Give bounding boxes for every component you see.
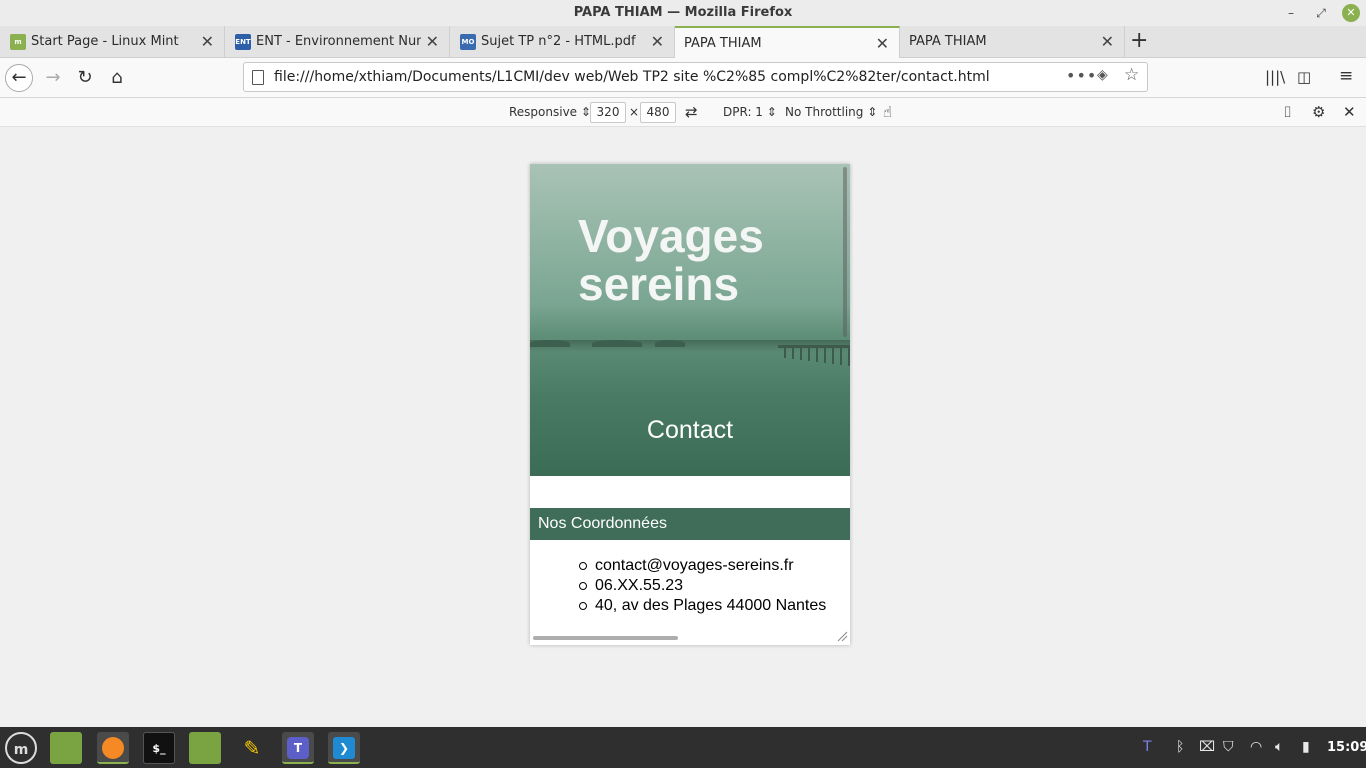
contact-list: contact@voyages-sereins.fr 06.XX.55.23 4… (530, 556, 850, 616)
section-heading: Nos Coordonnées (530, 508, 850, 540)
menu-icon[interactable]: ≡ (1339, 66, 1353, 86)
viewport-height-input[interactable]: 480 (640, 102, 676, 123)
firefox-icon[interactable] (97, 732, 129, 764)
settings-gear-icon[interactable]: ⚙ (1312, 103, 1325, 121)
linux-mint-icon: m (10, 34, 26, 50)
sidebar-icon[interactable]: ◫ (1297, 68, 1311, 86)
tab-label: ENT - Environnement Numé (256, 34, 421, 49)
close-tab-icon[interactable]: ✕ (426, 32, 439, 51)
page-title: Voyages sereins (578, 210, 764, 310)
vscode-icon[interactable]: ❯ (328, 732, 360, 764)
tab-ent[interactable]: ENT ENT - Environnement Numé ✕ (225, 26, 450, 58)
tab-label: PAPA THIAM (684, 36, 762, 51)
dpr-selector[interactable]: DPR: 1 ⇕ (723, 105, 777, 119)
screenshot-icon[interactable]: ⌷ (1283, 103, 1292, 121)
close-tab-icon[interactable]: ✕ (201, 32, 214, 51)
rotate-viewport-icon[interactable]: ⇄ (685, 103, 698, 121)
island-shape (592, 340, 642, 347)
touch-simulation-icon[interactable]: ☝ (883, 103, 892, 121)
wifi-icon[interactable]: ◠ (1250, 739, 1262, 755)
island-shape (530, 340, 570, 347)
close-tab-icon[interactable]: ✕ (1101, 32, 1114, 51)
page-icon (252, 70, 264, 85)
ent-icon: ENT (235, 34, 251, 50)
teams-icon[interactable]: T (282, 732, 314, 764)
dimension-separator: × (629, 105, 640, 119)
navigation-bar: ← → ↻ ⌂ file:///home/xthiam/Documents/L1… (0, 58, 1366, 98)
tab-papa-thiam-active[interactable]: PAPA THIAM ✕ (675, 26, 900, 59)
terminal-icon[interactable]: $_ (143, 732, 175, 764)
device-selector[interactable]: Responsive ⇕ (509, 105, 591, 119)
moodle-icon: MO (460, 34, 476, 50)
taskbar: m $_ ✎ T ❯ T ᛒ ⌧ ⛉ ◠ 🔈︎ ▮ 15:09 (0, 727, 1366, 768)
maximize-icon[interactable]: ⤢ (1312, 4, 1330, 22)
window-titlebar: PAPA THIAM — Mozilla Firefox – ⤢ ✕ (0, 0, 1366, 26)
show-desktop-icon[interactable] (50, 732, 82, 764)
battery-icon[interactable]: ▮ (1302, 739, 1310, 755)
device-viewport[interactable]: Voyages sereins Contact Nos Coordonnées … (530, 164, 850, 645)
window-title: PAPA THIAM — Mozilla Firefox (573, 5, 793, 20)
pocket-icon[interactable]: ◈ (1097, 67, 1108, 83)
clock[interactable]: 15:09 (1327, 740, 1366, 755)
tab-label: Start Page - Linux Mint (31, 34, 179, 49)
reload-icon[interactable]: ↻ (71, 64, 99, 92)
tab-papa-thiam[interactable]: PAPA THIAM ✕ (900, 26, 1125, 58)
teams-tray-icon[interactable]: T (1143, 739, 1152, 755)
mint-menu-icon[interactable]: m (5, 732, 37, 764)
responsive-design-toolbar: Responsive ⇕ 320 × 480 ⇄ DPR: 1 ⇕ No Thr… (0, 98, 1366, 127)
text-editor-icon[interactable]: ✎ (236, 732, 268, 764)
shield-icon[interactable]: ⛉ (1223, 739, 1234, 755)
viewport-width-input[interactable]: 320 (590, 102, 626, 123)
throttling-selector[interactable]: No Throttling ⇕ (785, 105, 877, 119)
tab-bar: m Start Page - Linux Mint ✕ ENT ENT - En… (0, 26, 1366, 59)
keyboard-layout-icon[interactable]: ⌧ (1199, 739, 1215, 755)
tab-start-page[interactable]: m Start Page - Linux Mint ✕ (0, 26, 225, 58)
close-rdm-icon[interactable]: ✕ (1343, 103, 1356, 121)
close-tab-icon[interactable]: ✕ (651, 32, 664, 51)
hero-banner: Voyages sereins Contact (530, 164, 850, 476)
url-bar[interactable]: file:///home/xthiam/Documents/L1CMI/dev … (243, 62, 1148, 92)
files-icon[interactable] (189, 732, 221, 764)
viewport-area: Voyages sereins Contact Nos Coordonnées … (0, 127, 1366, 727)
resize-handle-icon[interactable] (836, 630, 848, 642)
forward-arrow-icon[interactable]: → (39, 64, 67, 92)
vertical-scrollbar[interactable] (843, 167, 847, 337)
horizontal-scrollbar[interactable] (533, 636, 678, 640)
close-window-icon[interactable]: ✕ (1342, 4, 1360, 22)
new-tab-icon[interactable]: + (1130, 28, 1148, 53)
island-shape (655, 340, 685, 347)
library-icon[interactable]: |||\ (1265, 68, 1285, 86)
contact-address: 40, av des Plages 44000 Nantes (530, 596, 850, 616)
tab-sujet-pdf[interactable]: MO Sujet TP n°2 - HTML.pdf ✕ (450, 26, 675, 58)
tab-label: PAPA THIAM (909, 34, 987, 49)
volume-icon[interactable]: 🔈︎ (1275, 739, 1283, 755)
url-text[interactable]: file:///home/xthiam/Documents/L1CMI/dev … (274, 69, 990, 85)
contact-email: contact@voyages-sereins.fr (530, 556, 850, 576)
contact-phone: 06.XX.55.23 (530, 576, 850, 596)
page-subtitle: Contact (646, 416, 734, 444)
minimize-icon[interactable]: – (1282, 4, 1300, 22)
close-tab-icon[interactable]: ✕ (876, 34, 889, 53)
back-arrow-icon[interactable]: ← (5, 64, 33, 92)
home-icon[interactable]: ⌂ (103, 64, 131, 92)
bookmark-star-icon[interactable]: ☆ (1124, 65, 1139, 85)
page-actions-icon[interactable]: ••• (1066, 66, 1097, 85)
tab-label: Sujet TP n°2 - HTML.pdf (481, 34, 636, 49)
bluetooth-icon[interactable]: ᛒ (1176, 739, 1184, 755)
bridge-illustration (778, 345, 850, 366)
